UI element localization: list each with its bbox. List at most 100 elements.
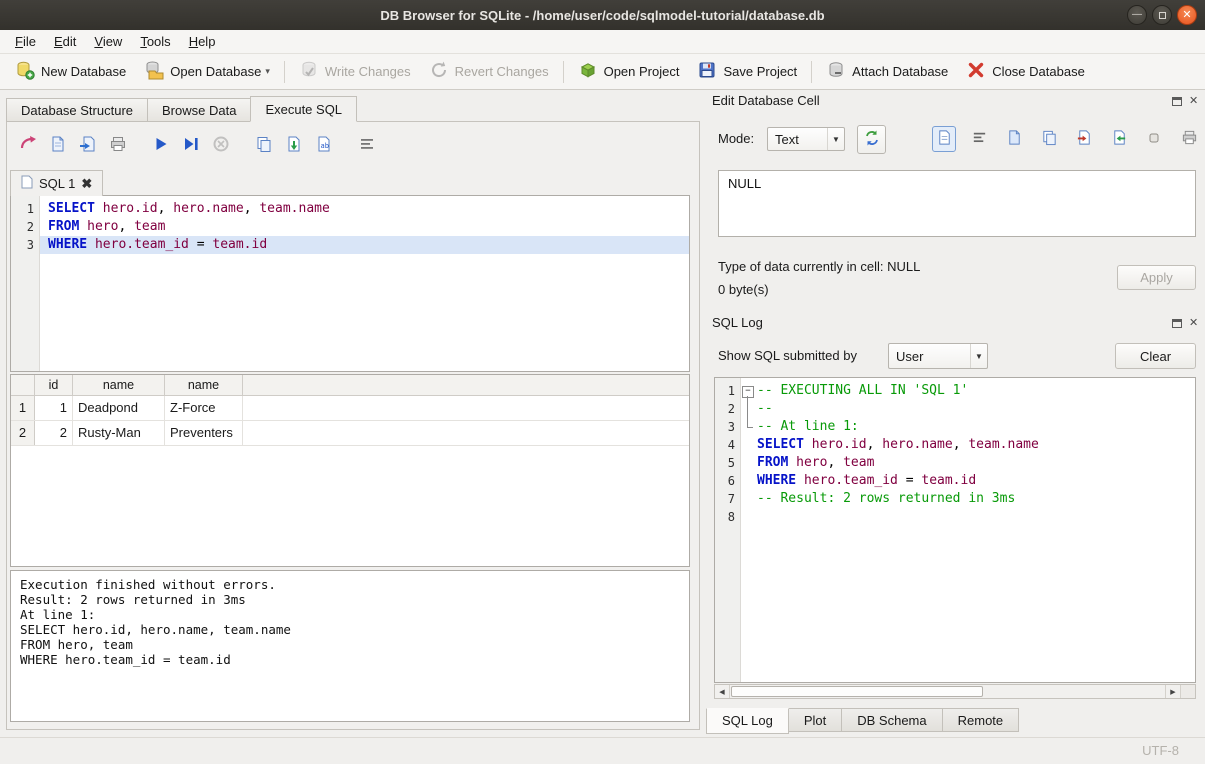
execute-all-button[interactable]	[147, 132, 174, 159]
dock-tab-sql-log[interactable]: SQL Log	[706, 708, 789, 734]
write-changes-button: Write Changes	[290, 56, 420, 87]
dock-tab-plot[interactable]: Plot	[788, 708, 842, 732]
code-line[interactable]: 2FROM hero, team	[11, 218, 689, 236]
mode-combobox[interactable]: Text ▼	[767, 127, 845, 151]
open-project-label: Open Project	[604, 64, 680, 79]
print-cell-button[interactable]	[1177, 126, 1201, 152]
dock-tab-db-schema[interactable]: DB Schema	[841, 708, 942, 732]
close-database-button[interactable]: Close Database	[957, 56, 1094, 87]
sql-doc-tab[interactable]: SQL 1 ✖	[10, 170, 103, 196]
close-panel-icon[interactable]: ✕	[1189, 96, 1198, 106]
result-cell[interactable]: Rusty-Man	[73, 421, 165, 445]
menu-help[interactable]: Help	[180, 32, 225, 51]
log-filter-combobox[interactable]: User ▼	[888, 343, 988, 369]
tab-database-structure[interactable]: Database Structure	[6, 98, 148, 122]
set-null-button[interactable]	[1142, 126, 1166, 152]
close-tab-icon[interactable]: ✖	[81, 177, 92, 190]
float-panel-icon[interactable]	[1172, 97, 1182, 106]
log-filter-value: User	[889, 349, 970, 364]
menu-edit[interactable]: Edit	[45, 32, 85, 51]
result-cell[interactable]: Deadpond	[73, 396, 165, 420]
column-header-name[interactable]: name	[165, 375, 243, 395]
save-results-button[interactable]	[280, 132, 307, 159]
clear-log-button[interactable]: Clear	[1115, 343, 1196, 369]
code-line[interactable]: 4SELECT hero.id, hero.name, team.name	[715, 436, 1195, 454]
execute-line-button[interactable]	[177, 132, 204, 159]
text-mode-icon	[936, 129, 953, 149]
menu-view[interactable]: View	[85, 32, 131, 51]
scroll-right-icon[interactable]: ▶	[1165, 685, 1180, 698]
code-text	[755, 508, 1195, 526]
code-text: FROM hero, team	[40, 218, 689, 236]
result-cell[interactable]: Preventers	[165, 421, 243, 445]
open-file-button[interactable]	[1002, 126, 1026, 152]
sql-editor[interactable]: 1SELECT hero.id, hero.name, team.name2FR…	[10, 195, 690, 372]
scrollbar-track[interactable]	[730, 685, 1165, 698]
close-button[interactable]: ✕	[1177, 5, 1197, 25]
menu-file[interactable]: File	[6, 32, 45, 51]
scroll-left-icon[interactable]: ◀	[715, 685, 730, 698]
fold-marker[interactable]	[741, 382, 755, 400]
open-sql-file-button[interactable]	[14, 132, 41, 159]
import-data-button[interactable]	[1072, 126, 1096, 152]
open-database-dropdown-arrow[interactable]: ▾	[265, 66, 270, 77]
save-sql-as-icon	[79, 135, 97, 156]
fold-gutter	[741, 436, 755, 454]
column-header-name[interactable]: name	[73, 375, 165, 395]
minimize-button[interactable]: —	[1127, 5, 1147, 25]
row-number[interactable]: 1	[11, 396, 35, 420]
code-line[interactable]: 3-- At line 1:	[715, 418, 1195, 436]
maximize-button[interactable]	[1152, 5, 1172, 25]
row-number[interactable]: 2	[11, 421, 35, 445]
code-text: -- Result: 2 rows returned in 3ms	[755, 490, 1195, 508]
code-line[interactable]: 1SELECT hero.id, hero.name, team.name	[11, 200, 689, 218]
sql-log-view[interactable]: 1-- EXECUTING ALL IN 'SQL 1'2--3-- At li…	[714, 377, 1196, 683]
code-line[interactable]: 8	[715, 508, 1195, 526]
copy-results-button[interactable]	[250, 132, 277, 159]
results-header: id name name	[11, 375, 689, 396]
dock-tab-remote[interactable]: Remote	[942, 708, 1020, 732]
window-title: DB Browser for SQLite - /home/user/code/…	[380, 8, 824, 23]
text-mode-button[interactable]	[932, 126, 956, 152]
code-line[interactable]: 7-- Result: 2 rows returned in 3ms	[715, 490, 1195, 508]
tab-execute-sql[interactable]: Execute SQL	[250, 96, 357, 122]
word-wrap-button[interactable]	[353, 132, 380, 159]
fold-gutter	[741, 472, 755, 490]
copy-icon	[1041, 129, 1058, 149]
result-cell[interactable]: Z-Force	[165, 396, 243, 420]
save-sql-as-button[interactable]	[74, 132, 101, 159]
attach-database-button[interactable]: Attach Database	[817, 56, 957, 87]
format-sql-button[interactable]: ab	[310, 132, 337, 159]
new-database-button[interactable]: New Database	[6, 56, 135, 87]
titlebar[interactable]: DB Browser for SQLite - /home/user/code/…	[0, 0, 1205, 30]
save-sql-file-button[interactable]	[44, 132, 71, 159]
code-line[interactable]: 2--	[715, 400, 1195, 418]
code-line[interactable]: 6WHERE hero.team_id = team.id	[715, 472, 1195, 490]
code-line[interactable]: 5FROM hero, team	[715, 454, 1195, 472]
menu-tools[interactable]: Tools	[131, 32, 179, 51]
open-project-button[interactable]: Open Project	[569, 56, 689, 87]
tab-browse-data[interactable]: Browse Data	[147, 98, 251, 122]
float-panel-icon[interactable]	[1172, 319, 1182, 328]
cell-type-info: Type of data currently in cell: NULL	[718, 259, 920, 274]
auto-switch-mode-button[interactable]	[857, 125, 886, 154]
open-database-button[interactable]: Open Database ▾	[135, 56, 279, 87]
sql-token: -- EXECUTING ALL IN 'SQL 1'	[757, 383, 968, 398]
word-wrap-button[interactable]	[967, 126, 991, 152]
cell-editor[interactable]: NULL	[718, 170, 1196, 237]
scrollbar-thumb[interactable]	[731, 686, 983, 697]
column-header-id[interactable]: id	[35, 375, 73, 395]
import-data-icon	[1076, 129, 1093, 149]
line-number: 5	[715, 454, 741, 472]
result-cell[interactable]: 2	[35, 421, 73, 445]
horizontal-scrollbar[interactable]: ◀ ▶	[714, 684, 1196, 699]
copy-cell-button[interactable]	[1037, 126, 1061, 152]
save-project-button[interactable]: Save Project	[688, 56, 806, 87]
code-line[interactable]: 1-- EXECUTING ALL IN 'SQL 1'	[715, 382, 1195, 400]
results-table: id name name 11DeadpondZ-Force22Rusty-Ma…	[10, 374, 690, 567]
result-cell[interactable]: 1	[35, 396, 73, 420]
export-data-button[interactable]	[1107, 126, 1131, 152]
print-sql-button[interactable]	[104, 132, 131, 159]
close-panel-icon[interactable]: ✕	[1189, 318, 1198, 328]
code-line[interactable]: 3WHERE hero.team_id = team.id	[11, 236, 689, 254]
